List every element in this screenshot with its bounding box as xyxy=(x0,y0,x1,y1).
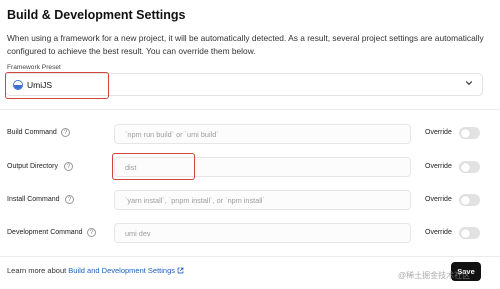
install-command-label: Install Command xyxy=(7,196,60,203)
section-title: Build & Development Settings xyxy=(7,8,186,22)
chevron-down-icon[interactable] xyxy=(465,79,473,87)
development-command-label: Development Command xyxy=(7,229,83,236)
help-icon[interactable]: ? xyxy=(61,128,70,137)
output-directory-override-toggle[interactable] xyxy=(459,161,480,173)
toggle-knob xyxy=(460,228,470,238)
development-command-override-label: Override xyxy=(425,229,452,236)
build-command-override-label: Override xyxy=(425,129,452,136)
install-command-override-label: Override xyxy=(425,196,452,203)
learn-more-prefix: Learn more about xyxy=(7,266,69,275)
build-command-input[interactable] xyxy=(114,124,411,144)
development-command-override-toggle[interactable] xyxy=(459,227,480,239)
help-icon[interactable]: ? xyxy=(65,195,74,204)
learn-more-link[interactable]: Build and Development Settings xyxy=(68,266,175,275)
external-link-icon[interactable] xyxy=(177,267,184,274)
output-directory-label: Output Directory xyxy=(7,163,58,170)
toggle-knob xyxy=(460,195,470,205)
build-command-label: Build Command xyxy=(7,129,57,136)
section-divider xyxy=(0,109,500,110)
build-command-override-toggle[interactable] xyxy=(459,127,480,139)
framework-preset-label: Framework Preset xyxy=(7,64,61,71)
section-description: When using a framework for a new project… xyxy=(7,33,484,56)
framework-highlight-box xyxy=(5,72,109,99)
help-icon[interactable]: ? xyxy=(64,162,73,171)
output-directory-highlight-box xyxy=(112,153,195,180)
learn-more-text: Learn more about Build and Development S… xyxy=(7,266,184,275)
help-icon[interactable]: ? xyxy=(87,228,96,237)
development-command-input[interactable] xyxy=(114,223,411,243)
install-command-input[interactable] xyxy=(114,190,411,210)
toggle-knob xyxy=(460,162,470,172)
footer-divider xyxy=(0,256,500,257)
toggle-knob xyxy=(460,128,470,138)
install-command-override-toggle[interactable] xyxy=(459,194,480,206)
watermark: @稀土掘金技术社区 xyxy=(398,271,471,280)
output-directory-override-label: Override xyxy=(425,163,452,170)
